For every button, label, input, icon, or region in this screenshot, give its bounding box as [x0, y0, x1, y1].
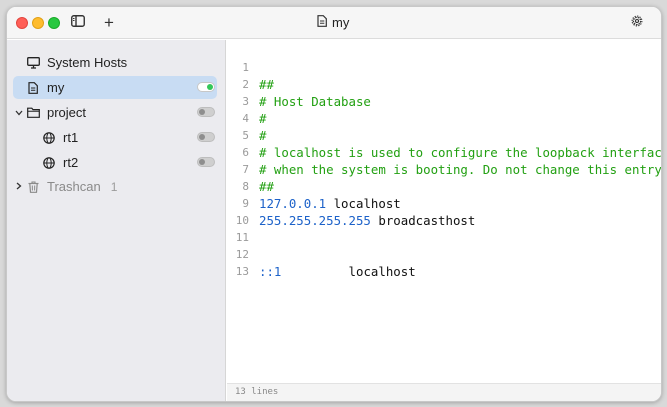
minimize-window-button[interactable]: [32, 17, 44, 29]
enable-toggle[interactable]: [197, 157, 215, 167]
trash-count-badge: 1: [110, 179, 118, 194]
app-window: + my System Hosts my project rt1 rt2 Tra…: [6, 6, 662, 402]
sidebar-icon[interactable]: [70, 15, 86, 31]
enable-toggle[interactable]: [197, 132, 215, 142]
globe-icon: [41, 156, 57, 169]
code-line: 4 #: [227, 93, 661, 143]
sidebar-item-my[interactable]: my: [13, 76, 217, 99]
plus-icon[interactable]: +: [101, 14, 117, 31]
code-line: 10: [227, 195, 661, 227]
close-window-button[interactable]: [16, 17, 28, 29]
chevron-right-icon[interactable]: [13, 182, 25, 192]
sidebar-item-label: rt1: [63, 130, 79, 145]
enable-toggle[interactable]: [197, 107, 215, 117]
code-line: 3 #: [227, 76, 661, 126]
line-number: 13: [235, 265, 249, 278]
code-line: 6 # when the system is booting. Do not c…: [227, 127, 661, 177]
line-count: 13 lines: [235, 387, 279, 397]
sidebar-item-rt2[interactable]: rt2: [29, 151, 217, 174]
code-line: 7 ##: [227, 144, 661, 194]
window-title-text: my: [332, 15, 350, 30]
chevron-down-icon[interactable]: [13, 108, 25, 118]
monitor-icon: [25, 56, 41, 69]
code-line: 12 ::1 localhost: [227, 229, 661, 279]
title-bar: + my: [7, 7, 661, 39]
code-line: 2 # Host Database: [227, 59, 661, 109]
sidebar-item-label: my: [47, 80, 65, 95]
code-line: 1 ##: [227, 42, 661, 92]
code-line: 11: [227, 212, 661, 244]
code-line: 5 # localhost is used to configure the l…: [227, 110, 661, 160]
sidebar-item-project[interactable]: project: [13, 101, 217, 124]
status-bar: 13 lines: [227, 383, 661, 401]
code-line: 9 255.255.255.255 broadcasthost: [227, 178, 661, 228]
code-line: 8 127.0.0.1 localhost: [227, 161, 661, 211]
sidebar-item-rt1[interactable]: rt1: [29, 126, 217, 149]
sidebar-item-label: rt2: [63, 155, 79, 170]
sidebar-item-trashcan[interactable]: Trashcan 1: [13, 175, 217, 198]
hostname: localhost: [281, 264, 416, 279]
sidebar-item-label: Trashcan: [47, 179, 101, 194]
enable-toggle[interactable]: [197, 82, 215, 92]
file-icon: [317, 15, 327, 30]
zoom-window-button[interactable]: [48, 17, 60, 29]
trash-icon: [25, 180, 41, 193]
sidebar-item-label: System Hosts: [47, 55, 128, 70]
sidebar: System Hosts my project rt1 rt2 Trashcan…: [7, 40, 226, 401]
gear-icon[interactable]: [629, 15, 645, 31]
globe-icon: [41, 131, 57, 144]
code-line: 13: [227, 246, 661, 278]
file-icon: [25, 81, 41, 94]
sidebar-item-system-hosts[interactable]: System Hosts: [13, 51, 217, 74]
hosts-editor[interactable]: 1 ## 2 # Host Database 3 # 4 # 5 # local…: [227, 40, 661, 383]
window-title: my: [317, 15, 349, 30]
sidebar-item-label: project: [47, 105, 87, 120]
folder-icon: [25, 107, 41, 118]
